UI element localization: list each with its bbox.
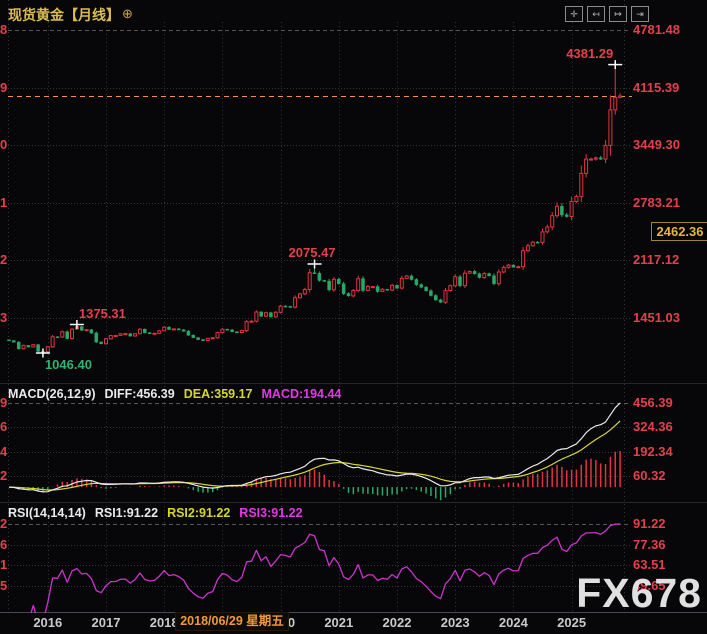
y-axis-label: 3449.30 bbox=[633, 137, 680, 153]
rsi2-value: RSI2:91.22 bbox=[167, 506, 230, 520]
x-axis-year-label: 2017 bbox=[84, 615, 128, 630]
clipped-left-axis-digit: 1 bbox=[0, 195, 7, 211]
macd-header: MACD(26,12,9) DIFF:456.39 DEA:359.17 MACD:1… bbox=[8, 387, 350, 401]
rsi-params-label: RSI(14,14,14) bbox=[8, 506, 86, 520]
y-axis-label: 60.32 bbox=[633, 468, 666, 484]
rsi1-value: RSI1:91.22 bbox=[95, 506, 158, 520]
clipped-left-axis-digit: 6 bbox=[0, 419, 7, 435]
add-indicator-icon[interactable]: ⊕ bbox=[122, 6, 133, 22]
clipped-left-axis-digit: 6 bbox=[0, 537, 7, 553]
macd-macd-value: MACD:194.44 bbox=[262, 387, 342, 401]
macd-dea-value: DEA:359.17 bbox=[184, 387, 253, 401]
y-axis-label: 2783.21 bbox=[633, 195, 680, 211]
x-axis-year-label: 2023 bbox=[433, 615, 477, 630]
clipped-left-axis-digit: 2 bbox=[0, 468, 7, 484]
x-axis-year-label: 2024 bbox=[491, 615, 535, 630]
y-axis-label: 91.22 bbox=[633, 516, 666, 532]
y-axis-label: 2117.12 bbox=[633, 252, 679, 268]
clipped-left-axis-digit: 0 bbox=[0, 137, 7, 153]
y-axis-label: 456.39 bbox=[633, 395, 673, 411]
clipped-left-axis-digit: 2 bbox=[0, 252, 7, 268]
x-axis-year-label: 2016 bbox=[26, 615, 70, 630]
clipped-left-axis-digit: 4 bbox=[0, 444, 7, 460]
macd-params-label: MACD(26,12,9) bbox=[8, 387, 96, 401]
y-axis-label: 1451.03 bbox=[633, 310, 680, 326]
clipped-left-axis-digit: 9 bbox=[0, 395, 7, 411]
jump-latest-icon[interactable]: ⇥ bbox=[631, 6, 649, 22]
y-axis-label: 324.36 bbox=[633, 419, 673, 435]
high-price-annotation: 4381.29 bbox=[566, 46, 613, 61]
crosshair-icon[interactable]: ✛ bbox=[565, 6, 583, 22]
high-price-annotation: 2075.47 bbox=[289, 245, 336, 260]
low-price-annotation: 1046.40 bbox=[45, 357, 92, 372]
y-axis-label: 4781.48 bbox=[633, 22, 680, 38]
y-axis-label: 4115.39 bbox=[633, 80, 679, 96]
x-axis-year-label: 2025 bbox=[550, 615, 594, 630]
rsi-header: RSI(14,14,14) RSI1:91.22 RSI2:91.22 RSI3:91… bbox=[8, 506, 312, 520]
clipped-left-axis-digit: 2 bbox=[0, 516, 7, 532]
pan-left-icon[interactable]: ↤ bbox=[587, 6, 605, 22]
chart-window: 现货黄金【月线】 ⊕ ✛↤↦⇥ 4781.48 4115.39 3449.30 278… bbox=[0, 0, 707, 634]
macd-diff-value: DIFF:456.39 bbox=[105, 387, 175, 401]
instrument-title: 现货黄金【月线】 bbox=[8, 5, 120, 25]
clipped-left-axis-digit: 1 bbox=[0, 557, 7, 573]
high-price-annotation: 1375.31 bbox=[79, 306, 126, 321]
rsi3-value: RSI3:91.22 bbox=[239, 506, 302, 520]
x-axis-year-label: 2022 bbox=[375, 615, 419, 630]
clipped-left-axis-digit: 8 bbox=[0, 22, 7, 38]
crosshair-price-label: 2462.36 bbox=[651, 222, 707, 241]
pan-right-icon[interactable]: ↦ bbox=[609, 6, 627, 22]
y-axis-label: 77.36 bbox=[633, 537, 666, 553]
x-axis-year-label: 2021 bbox=[317, 615, 361, 630]
clipped-left-axis-digit: 5 bbox=[0, 578, 7, 594]
y-axis-label: 192.34 bbox=[633, 444, 673, 460]
clipped-left-axis-digit: 9 bbox=[0, 80, 7, 96]
watermark: FX678 bbox=[576, 570, 702, 617]
clipped-left-axis-digit: 3 bbox=[0, 310, 7, 326]
crosshair-date-label: 2018/06/29 星期五 bbox=[175, 612, 289, 631]
chart-toolbar: ✛↤↦⇥ bbox=[565, 6, 649, 22]
